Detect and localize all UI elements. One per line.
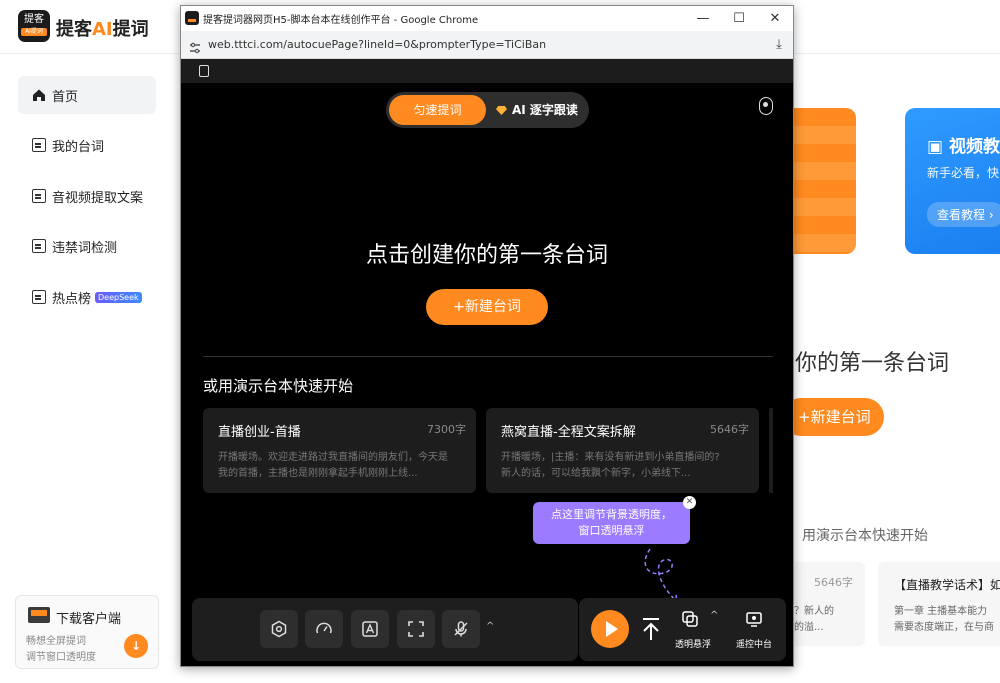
tooltip-line: 窗口透明悬浮 — [578, 524, 645, 537]
tooltip-line: 点这里调节背景透明度， — [551, 508, 672, 521]
bg-hero-text: 你的第一条台词 — [795, 351, 950, 376]
card-preview-line: 第一章 主播基本能力 — [894, 606, 988, 617]
card-preview-line: ？新人的 — [794, 606, 834, 617]
card-preview-line: 开播暖场。欢迎走进路过我直播间的朋友们，今天是 — [218, 452, 448, 463]
demo-script-card[interactable]: 直播创业-首播 7300字 开播暖场。欢迎走进路过我直播间的朋友们，今天是 我的… — [203, 408, 476, 493]
maximize-button[interactable]: ☐ — [721, 6, 757, 31]
control-bar-left: ^ — [192, 598, 578, 661]
remote-console-icon — [746, 612, 762, 627]
download-arrow-icon[interactable]: ↓ — [124, 634, 148, 658]
word-count: 5646字 — [710, 423, 749, 436]
fullscreen-icon[interactable] — [397, 610, 435, 648]
card-preview-line: 需要态度端正，在与商 — [894, 622, 994, 633]
sidebar-item-label: 音视频提取文案 — [52, 190, 144, 206]
quick-start-title: 或用演示台本快速开始 — [203, 377, 354, 395]
download-title: 下载客户端 — [56, 612, 122, 627]
script-list-icon[interactable] — [199, 65, 209, 77]
mode-switch: 匀速提词 AI 逐字跟读 — [386, 92, 589, 128]
video-tutorial-title: ▣ 视频教 — [927, 137, 1000, 157]
download-icon[interactable]: ⤓ — [771, 37, 787, 53]
brand-suffix: 提词 — [112, 19, 149, 40]
video-text-icon — [32, 189, 46, 203]
site-info-icon[interactable] — [189, 39, 201, 54]
tab-ai-follow[interactable]: AI 逐字跟读 — [496, 95, 578, 125]
sidebar-item-extract-text[interactable]: 音视频提取文案 — [18, 177, 156, 215]
sidebar: 首页 我的台词 音视频提取文案 违禁词检测 热点榜 DeepSeek — [0, 54, 178, 683]
hot-list-icon — [32, 290, 46, 304]
sidebar-item-hot-list[interactable]: 热点榜 DeepSeek — [18, 278, 156, 316]
sidebar-item-label: 热点榜 — [52, 291, 92, 307]
font-size-icon[interactable] — [351, 610, 389, 648]
minimize-button[interactable]: — — [685, 6, 721, 31]
address-bar[interactable]: web.tttci.com/autocuePage?lineId=0&promp… — [181, 31, 793, 59]
sidebar-item-banned-words[interactable]: 违禁词检测 — [18, 227, 156, 265]
card-title: 燕窝直播-全程文案拆解 — [501, 425, 636, 440]
logo-badge-text: 提客 — [24, 14, 44, 25]
remote-console-label: 遥控中台 — [736, 640, 773, 650]
demo-script-card[interactable]: 燕窝直播-全程文案拆解 5646字 开播暖场，|主播：来有没有新进到小弟直播间的… — [486, 408, 759, 493]
document-icon — [32, 138, 46, 152]
favicon-icon — [185, 11, 199, 25]
sidebar-item-label: 首页 — [52, 89, 79, 105]
card-title: 【直播教学话术】如 — [894, 578, 1000, 592]
bg-quick-start-title: 用演示台本快速开始 — [802, 528, 928, 544]
transparent-float-icon — [682, 611, 698, 627]
transparent-float-label: 透明悬浮 — [675, 640, 712, 650]
sidebar-item-label: 违禁词检测 — [52, 240, 118, 256]
card-preview-line: 新人的话，可以给我飘个新字，小弟线下... — [501, 468, 691, 479]
close-window-button[interactable]: ✕ — [757, 6, 793, 31]
teleprompter-page: 匀速提词 AI 逐字跟读 点击创建你的第一条台词 +新建台词 或用演示台本快速开… — [181, 59, 793, 666]
card-preview-line: 的溢... — [794, 622, 824, 633]
download-subtitle-2: 调节窗口透明度 — [26, 652, 96, 663]
home-icon — [32, 88, 46, 102]
logo-badge-sub: AI提词 — [21, 28, 47, 36]
brand-ai: AI — [92, 19, 113, 40]
app-logo[interactable]: 提客 AI提词 — [18, 10, 50, 42]
card-preview-line: 开播暖场，|主播：来有没有新进到小弟直播间的? — [501, 452, 720, 463]
url-text[interactable]: web.tttci.com/autocuePage?lineId=0&promp… — [208, 38, 546, 51]
monitor-icon — [28, 607, 50, 623]
check-document-icon — [32, 239, 46, 253]
window-titlebar[interactable]: 提客提词器网页H5-脚本台本在线创作平台 - Google Chrome — ☐… — [181, 6, 793, 31]
window-title: 提客提词器网页H5-脚本台本在线创作平台 - Google Chrome — [203, 15, 479, 26]
view-tutorial-button[interactable]: 查看教程 › — [927, 202, 1000, 227]
new-script-button[interactable]: +新建台词 — [426, 289, 548, 325]
play-button[interactable] — [591, 610, 629, 648]
tab-constant-speed[interactable]: 匀速提词 — [389, 95, 486, 125]
mic-off-icon[interactable] — [442, 610, 480, 648]
diamond-icon — [496, 106, 507, 115]
deepseek-badge: DeepSeek — [95, 291, 142, 303]
opacity-tooltip: 点这里调节背景透明度， 窗口透明悬浮 — [533, 502, 690, 544]
brand-prefix: 提客 — [56, 19, 92, 40]
opacity-options-caret[interactable]: ^ — [710, 610, 718, 621]
sidebar-item-home[interactable]: 首页 — [18, 76, 156, 114]
hero-title: 点击创建你的第一条台词 — [365, 243, 608, 268]
chrome-popup-window: 提客提词器网页H5-脚本台本在线创作平台 - Google Chrome — ☐… — [180, 5, 794, 667]
speed-gauge-icon[interactable] — [305, 610, 343, 648]
brand-name[interactable]: 提客AI提词 — [56, 15, 149, 41]
bg-demo-card[interactable]: 【直播教学话术】如 第一章 主播基本能力 需要态度端正，在与商 — [878, 562, 1000, 646]
sidebar-item-label: 我的台词 — [52, 139, 105, 155]
divider — [203, 356, 773, 357]
demo-script-card-partial[interactable] — [769, 408, 773, 493]
video-tutorial-subtitle: 新手必看，快 — [927, 166, 1000, 180]
teleprompter-topbar — [181, 59, 793, 83]
card-title: 直播创业-首播 — [218, 425, 301, 440]
promo-card-orange[interactable] — [794, 108, 856, 254]
download-subtitle-1: 畅想全屏提词 — [26, 636, 86, 647]
tab-ai-follow-label: AI 逐字跟读 — [512, 103, 578, 117]
tooltip-close-button[interactable]: ✕ — [683, 496, 696, 509]
card-preview-line: 我的首播，主播也是刚刚拿起手机刚刚上线... — [218, 468, 418, 479]
scroll-to-top-icon[interactable] — [639, 614, 663, 644]
sidebar-item-my-scripts[interactable]: 我的台词 — [18, 126, 156, 164]
download-client-card[interactable]: 下载客户端 畅想全屏提词 调节窗口透明度 ↓ — [15, 595, 159, 669]
video-tutorial-card[interactable]: ▣ 视频教 新手必看，快 查看教程 › — [905, 108, 1000, 254]
bg-new-script-button[interactable]: +新建台词 — [782, 398, 884, 436]
remote-control-icon[interactable] — [759, 97, 773, 115]
mic-options-caret[interactable]: ^ — [486, 621, 494, 632]
control-bar-right: 透明悬浮 ^ 遥控中台 — [579, 598, 786, 661]
word-count: 7300字 — [427, 423, 466, 436]
word-count: 5646字 — [814, 576, 853, 589]
settings-hex-icon[interactable] — [260, 610, 298, 648]
